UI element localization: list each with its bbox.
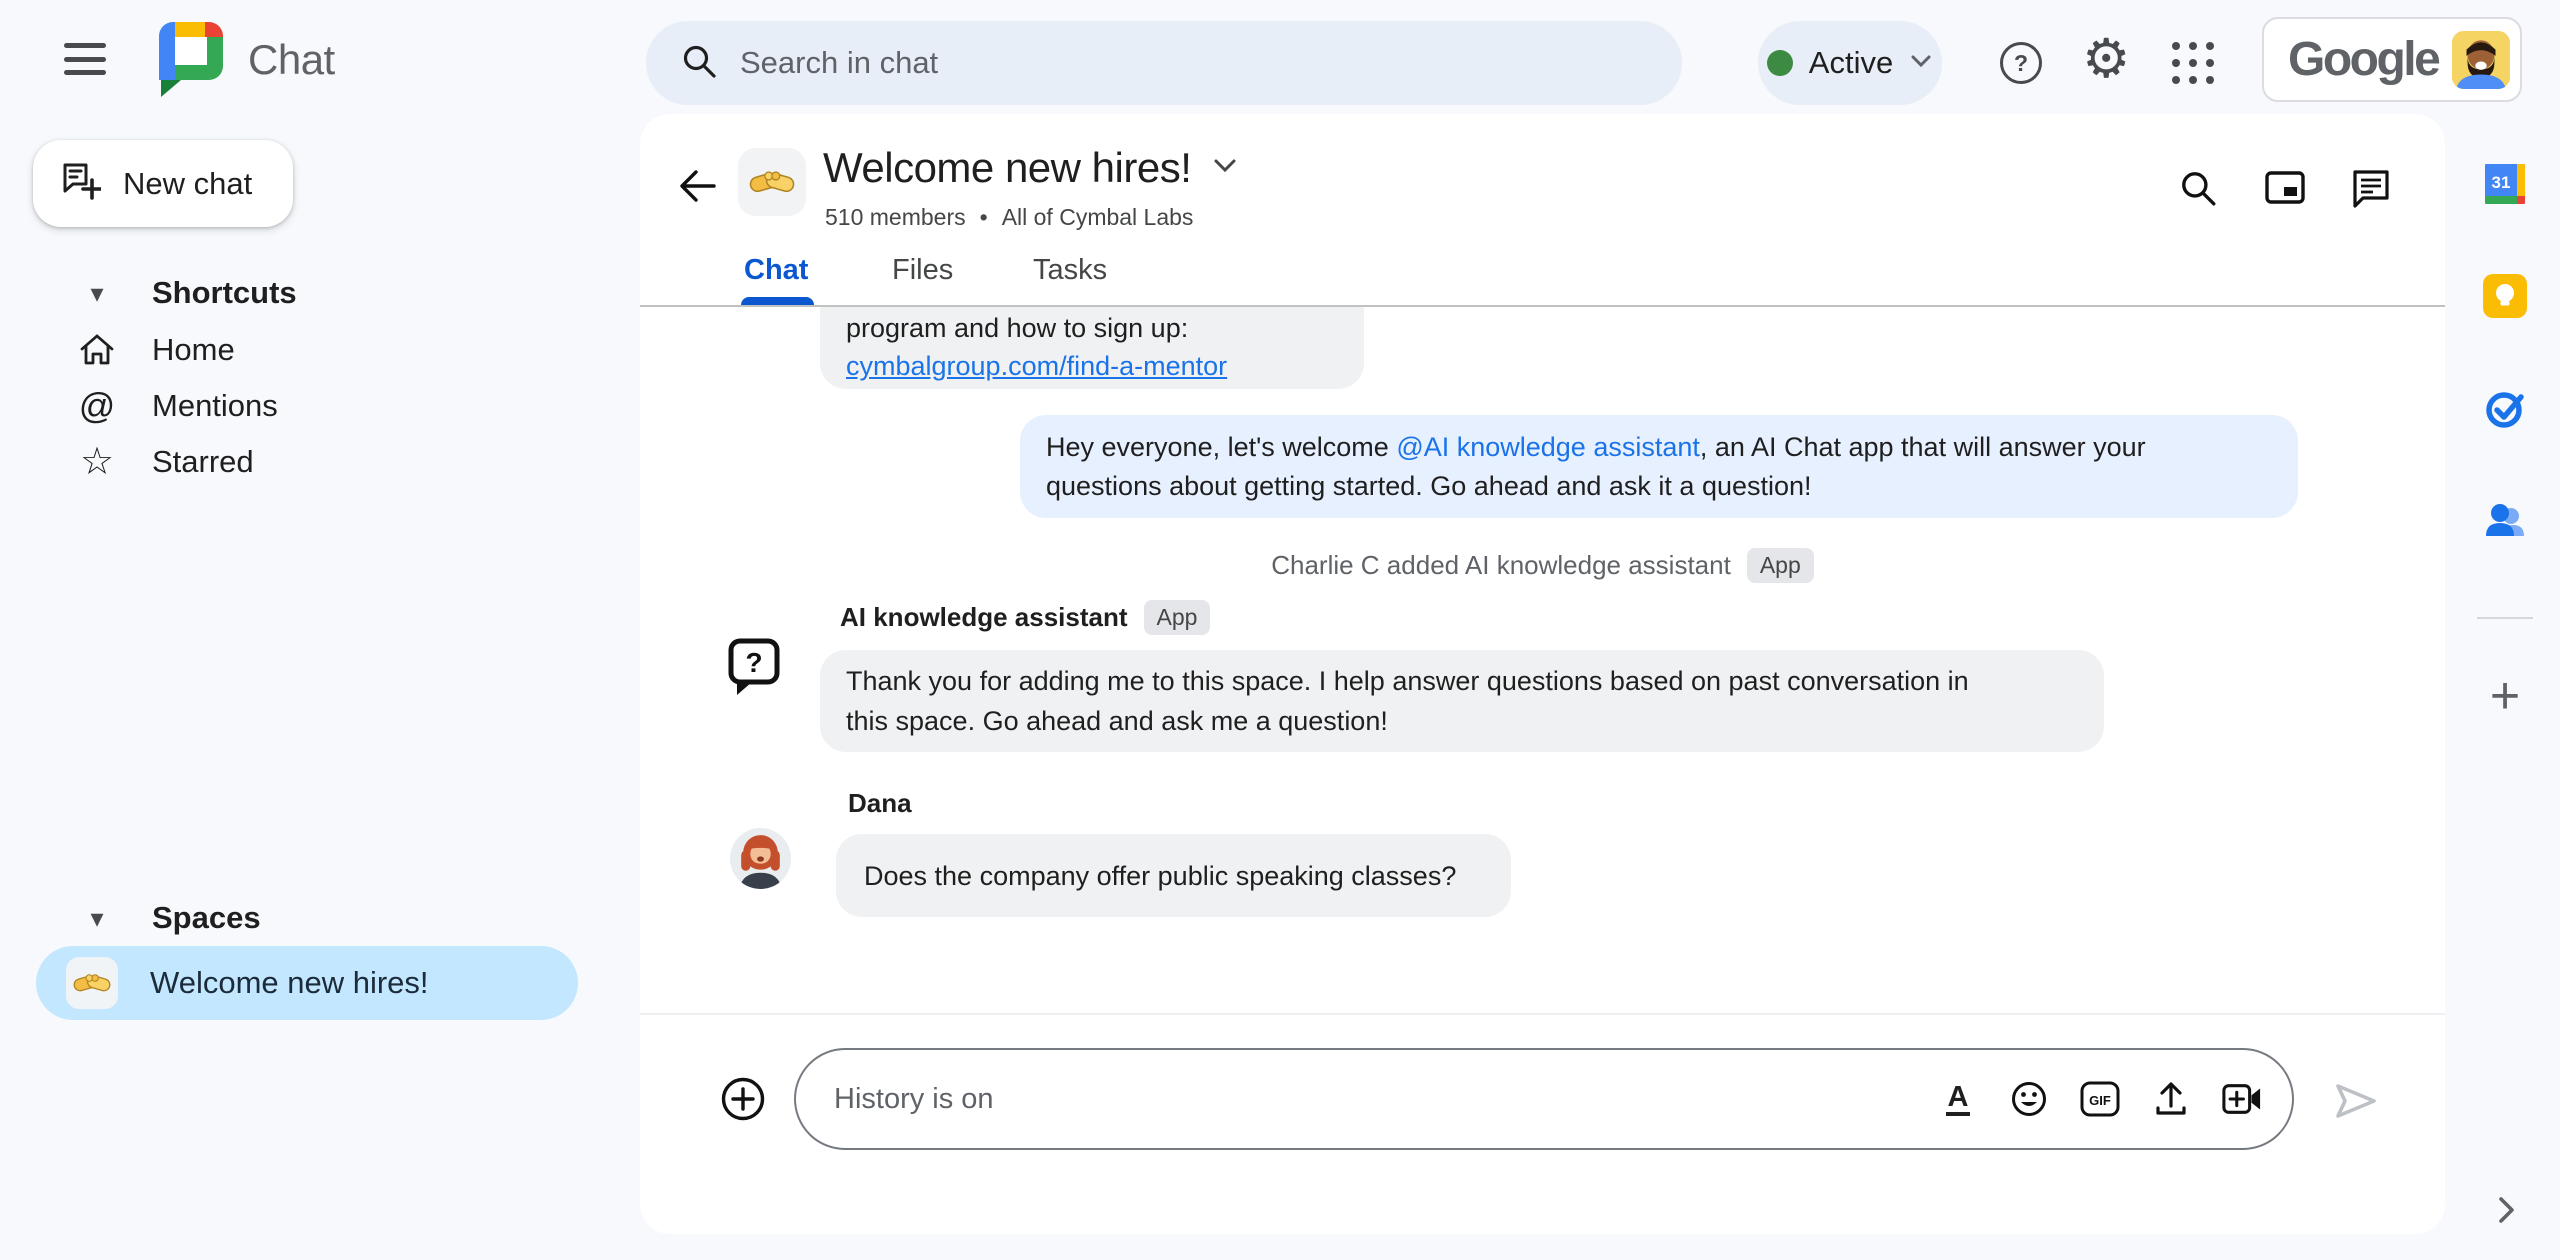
conversation-subtitle: 510 members • All of Cymbal Labs — [825, 204, 1193, 231]
chat-threads-icon[interactable] — [2350, 168, 2392, 210]
message-bubble-incoming: Thank you for adding me to this space. I… — [820, 650, 2104, 752]
emoji-icon[interactable] — [2009, 1077, 2049, 1121]
help-glyph: ? — [2013, 49, 2029, 76]
message-text: Hey everyone, let's welcome @AI knowledg… — [1046, 432, 2146, 462]
ai-assistant-avatar[interactable]: ? — [725, 638, 783, 696]
message-text: Does the company offer public speaking c… — [864, 860, 1457, 891]
google-apps-grid-icon[interactable] — [2172, 42, 2216, 86]
help-icon[interactable]: ? — [2000, 42, 2042, 84]
gif-icon[interactable]: GIF — [2080, 1077, 2120, 1121]
sidebar-item-label: Home — [152, 331, 235, 367]
google-keep-icon[interactable] — [2483, 274, 2527, 318]
sender-row: Dana — [848, 788, 912, 819]
text-format-icon[interactable]: A — [1938, 1077, 1978, 1121]
sidebar-item-label: Mentions — [152, 387, 278, 423]
status-selector[interactable]: Active — [1758, 21, 1942, 105]
spaces-header-label: Spaces — [152, 900, 261, 935]
get-add-ons-icon[interactable]: + — [2481, 670, 2529, 722]
settings-gear-icon[interactable]: ⚙ — [2082, 26, 2130, 92]
space-emoji-avatar-large — [738, 148, 806, 216]
sender-row: AI knowledge assistant App — [840, 600, 1211, 635]
member-count[interactable]: 510 members — [825, 204, 966, 231]
sender-name[interactable]: Dana — [848, 788, 912, 819]
chevron-down-icon — [1909, 53, 1933, 74]
tab-files[interactable]: Files — [892, 254, 953, 287]
active-status-dot — [1766, 50, 1793, 76]
message-input[interactable] — [834, 1082, 1938, 1116]
collapse-triangle-icon[interactable]: ▾ — [78, 903, 116, 934]
tab-tasks[interactable]: Tasks — [1033, 254, 1107, 287]
collapse-triangle-icon[interactable]: ▾ — [78, 278, 116, 309]
chevron-right-icon[interactable] — [2490, 1194, 2522, 1226]
rail-divider — [2477, 617, 2533, 619]
question-mark-glyph: ? — [745, 647, 762, 678]
new-chat-label: New chat — [123, 165, 253, 201]
search-bar[interactable] — [646, 21, 1682, 105]
app-badge: App — [1746, 548, 1814, 583]
video-meet-icon[interactable] — [2222, 1077, 2262, 1121]
google-contacts-icon[interactable] — [2483, 498, 2527, 542]
message-text: Thank you for adding me to this space. I… — [846, 666, 1969, 696]
system-message: Charlie C added AI knowledge assistant A… — [640, 548, 2445, 583]
shortcuts-header-label: Shortcuts — [152, 275, 297, 310]
message-bubble-outgoing: Hey everyone, let's welcome @AI knowledg… — [1020, 415, 2298, 518]
mention-link[interactable]: @AI knowledge assistant — [1396, 432, 1700, 462]
message-composer[interactable]: A GIF — [794, 1048, 2294, 1150]
dana-avatar[interactable] — [730, 828, 791, 889]
conversation-title-menu[interactable]: Welcome new hires! — [823, 144, 1239, 192]
sender-name[interactable]: AI knowledge assistant — [840, 602, 1128, 633]
message-link[interactable]: cymbalgroup.com/find-a-mentor — [846, 351, 1227, 381]
google-chat-logo — [156, 22, 226, 98]
dot-separator: • — [979, 204, 988, 230]
search-input[interactable] — [740, 45, 1648, 81]
send-button[interactable] — [2332, 1080, 2380, 1122]
add-attachment-button[interactable] — [719, 1075, 767, 1123]
composer-divider — [640, 1013, 2445, 1015]
spaces-section-header[interactable]: ▾ Spaces — [40, 893, 560, 943]
shortcuts-section-header[interactable]: ▾ Shortcuts — [40, 268, 560, 318]
space-emoji-avatar — [66, 957, 118, 1009]
google-chat-window: Chat Active ? ⚙ Google — [0, 0, 2560, 1260]
page-title: Welcome new hires! — [823, 144, 1192, 191]
conversation-actions — [2178, 168, 2392, 210]
app-badge: App — [1143, 600, 1211, 635]
calendar-day-glyph: 31 — [2492, 173, 2511, 192]
space-label: Welcome new hires! — [150, 965, 429, 1000]
star-icon: ☆ — [79, 441, 115, 483]
search-in-conversation-icon[interactable] — [2178, 168, 2220, 210]
open-in-popup-icon[interactable] — [2264, 168, 2306, 210]
home-icon — [76, 331, 118, 369]
conversation-panel: Welcome new hires! 510 members • All of … — [640, 114, 2445, 1234]
system-message-text: Charlie C added AI knowledge assistant — [1271, 550, 1731, 580]
message-text: this space. Go ahead and ask me a questi… — [846, 706, 1388, 736]
sidebar-item-home[interactable]: Home — [40, 321, 560, 378]
mentions-at-icon: @ — [78, 384, 116, 426]
sidebar-item-starred[interactable]: ☆ Starred — [40, 433, 560, 490]
upload-icon[interactable] — [2151, 1077, 2191, 1121]
main-menu-icon[interactable] — [62, 40, 108, 78]
back-arrow-icon[interactable] — [674, 162, 722, 210]
composer-toolbar: A GIF — [1938, 1077, 2262, 1121]
sidebar-item-label: Starred — [152, 443, 254, 479]
google-wordmark: Google — [2288, 33, 2441, 86]
google-calendar-icon[interactable]: 31 — [2483, 162, 2527, 206]
google-tasks-icon[interactable] — [2483, 386, 2527, 430]
google-account-button[interactable]: Google — [2262, 17, 2522, 102]
status-label: Active — [1808, 45, 1894, 80]
chevron-down-icon — [1211, 157, 1239, 180]
message-bubble-incoming: Does the company offer public speaking c… — [836, 834, 1511, 917]
audience-label: All of Cymbal Labs — [1001, 204, 1194, 230]
sidebar-space-welcome-new-hires[interactable]: Welcome new hires! — [36, 946, 578, 1020]
new-chat-icon — [59, 160, 103, 207]
app-title: Chat — [248, 36, 335, 83]
message-bubble-partial: program and how to sign up: cymbalgroup.… — [820, 307, 1364, 389]
message-text: program and how to sign up: — [846, 313, 1189, 343]
tab-chat[interactable]: Chat — [744, 254, 808, 287]
user-avatar[interactable] — [2452, 30, 2511, 89]
svg-text:GIF: GIF — [2089, 1093, 2111, 1108]
new-chat-button[interactable]: New chat — [33, 140, 293, 227]
message-text: questions about getting started. Go ahea… — [1046, 471, 1812, 501]
search-icon — [680, 42, 718, 85]
sidebar-item-mentions[interactable]: @ Mentions — [40, 377, 560, 434]
